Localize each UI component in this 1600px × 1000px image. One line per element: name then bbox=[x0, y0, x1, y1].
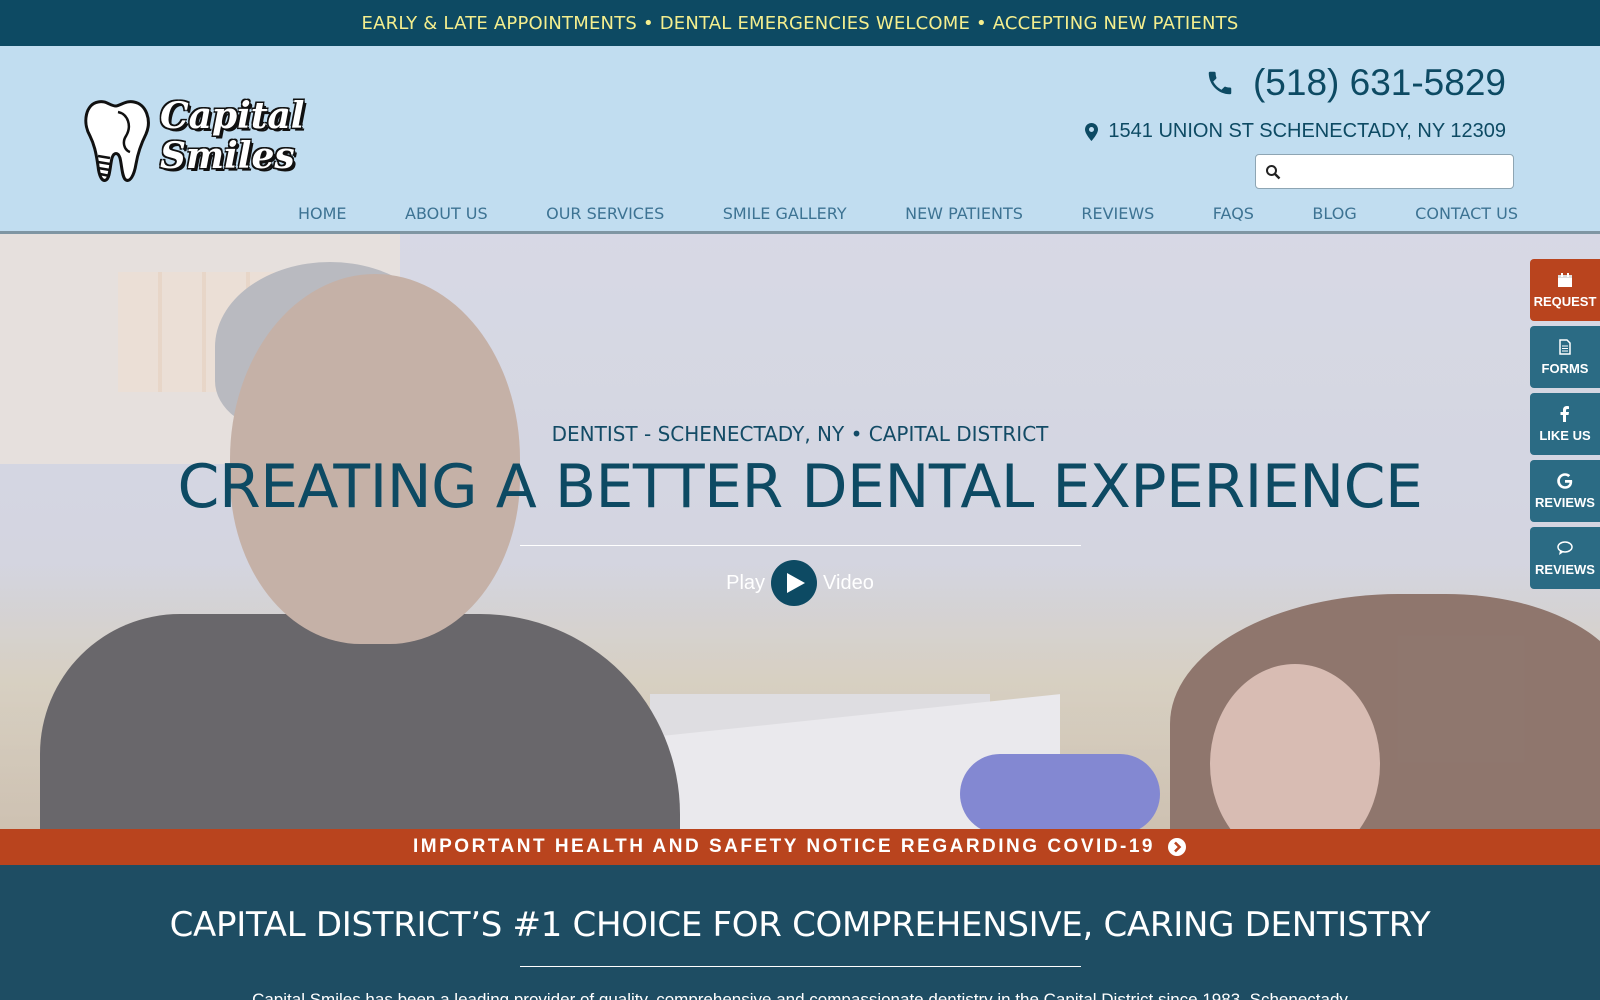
video-label: Video bbox=[823, 571, 874, 594]
map-pin-icon bbox=[1085, 122, 1099, 141]
nav-contact-us[interactable]: CONTACT US bbox=[1415, 204, 1518, 223]
calendar-icon bbox=[1558, 272, 1572, 287]
nav-about-us[interactable]: ABOUT US bbox=[405, 204, 488, 223]
intro-section: CAPITAL DISTRICT’S #1 CHOICE FOR COMPREH… bbox=[0, 865, 1600, 1000]
facebook-icon bbox=[1560, 405, 1569, 422]
hero-title: CREATING A BETTER DENTAL EXPERIENCE bbox=[177, 452, 1423, 522]
side-tab-reviews[interactable]: REVIEWS bbox=[1530, 527, 1600, 589]
google-icon bbox=[1557, 472, 1573, 489]
main-nav: HOME ABOUT US OUR SERVICES SMILE GALLERY… bbox=[298, 199, 1518, 227]
side-tab-label: FORMS bbox=[1541, 360, 1589, 376]
tooth-logo-icon bbox=[84, 100, 150, 182]
search-icon bbox=[1266, 165, 1281, 180]
play-button[interactable] bbox=[771, 560, 818, 606]
logo[interactable]: Capital Smiles bbox=[84, 95, 305, 186]
side-tabs: REQUEST FORMS LIKE US REVIEWS REVIEWS bbox=[1530, 259, 1600, 594]
play-video-control[interactable]: Play Video bbox=[0, 560, 1600, 606]
chat-bubble-icon bbox=[1557, 540, 1573, 555]
section-divider bbox=[520, 966, 1081, 967]
nav-our-services[interactable]: OUR SERVICES bbox=[546, 204, 664, 223]
play-icon bbox=[786, 573, 805, 593]
side-tab-label: REVIEWS bbox=[1535, 561, 1595, 577]
logo-wordmark: Capital Smiles bbox=[160, 95, 305, 177]
hero-banner: DENTIST - SCHENECTADY, NY • CAPITAL DIST… bbox=[0, 234, 1600, 829]
side-tab-label: REVIEWS bbox=[1535, 494, 1595, 510]
search-input[interactable] bbox=[1288, 159, 1508, 185]
announcement-text: EARLY & LATE APPOINTMENTS • DENTAL EMERG… bbox=[361, 12, 1239, 34]
section-text: Capital Smiles has been a leading provid… bbox=[252, 990, 1348, 1000]
covid-notice-bar[interactable]: IMPORTANT HEALTH AND SAFETY NOTICE REGAR… bbox=[0, 829, 1600, 865]
nav-blog[interactable]: BLOG bbox=[1312, 204, 1356, 223]
logo-line-1: Capital bbox=[160, 95, 305, 137]
announcement-bar: EARLY & LATE APPOINTMENTS • DENTAL EMERG… bbox=[0, 0, 1600, 46]
nav-home[interactable]: HOME bbox=[298, 204, 347, 223]
play-label: Play bbox=[726, 571, 766, 594]
search-box[interactable] bbox=[1255, 154, 1514, 189]
nav-reviews[interactable]: REVIEWS bbox=[1081, 204, 1154, 223]
side-tab-google-reviews[interactable]: REVIEWS bbox=[1530, 460, 1600, 522]
side-tab-request[interactable]: REQUEST bbox=[1530, 259, 1600, 321]
side-tab-forms[interactable]: FORMS bbox=[1530, 326, 1600, 388]
side-tab-like-us[interactable]: LIKE US bbox=[1530, 393, 1600, 455]
phone-link[interactable]: (518) 631-5829 bbox=[1205, 62, 1506, 104]
nav-new-patients[interactable]: NEW PATIENTS bbox=[905, 204, 1023, 223]
logo-line-2: Smiles bbox=[160, 135, 295, 177]
side-tab-label: REQUEST bbox=[1533, 293, 1597, 309]
document-icon bbox=[1559, 338, 1571, 355]
hero-subtitle: DENTIST - SCHENECTADY, NY • CAPITAL DIST… bbox=[551, 422, 1049, 446]
chevron-right-circle-icon bbox=[1167, 838, 1186, 856]
phone-number: (518) 631-5829 bbox=[1252, 62, 1506, 103]
phone-icon bbox=[1208, 71, 1232, 95]
section-title: CAPITAL DISTRICT’S #1 CHOICE FOR COMPREH… bbox=[169, 905, 1431, 945]
nav-smile-gallery[interactable]: SMILE GALLERY bbox=[723, 204, 847, 223]
covid-notice-text: IMPORTANT HEALTH AND SAFETY NOTICE REGAR… bbox=[413, 836, 1155, 857]
nav-faqs[interactable]: FAQS bbox=[1213, 204, 1254, 223]
address-text: 1541 UNION ST SCHENECTADY, NY 12309 bbox=[1108, 120, 1506, 142]
hero-divider bbox=[520, 545, 1081, 546]
side-tab-label: LIKE US bbox=[1539, 427, 1591, 443]
address-link[interactable]: 1541 UNION ST SCHENECTADY, NY 12309 bbox=[1085, 120, 1506, 143]
site-header: Capital Smiles (518) 631-5829 1541 UNION… bbox=[0, 46, 1600, 234]
